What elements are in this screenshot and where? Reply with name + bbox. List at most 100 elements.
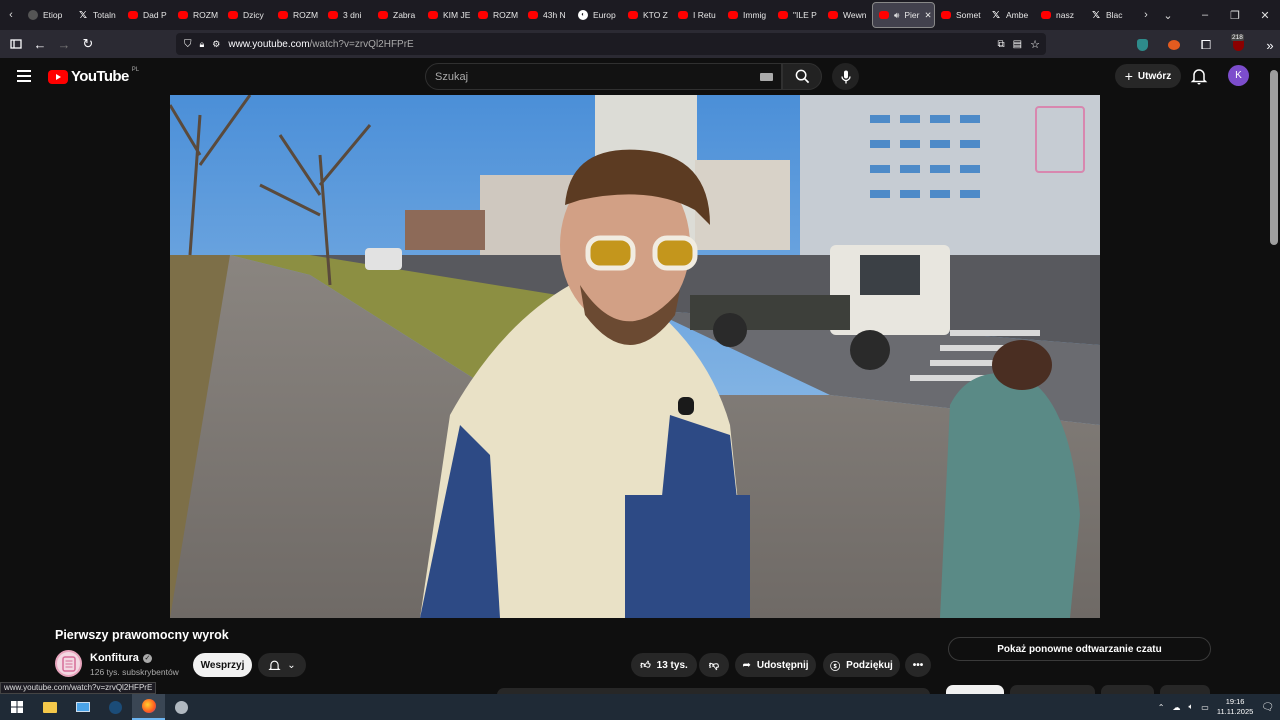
close-tab-icon[interactable]: ✕ — [924, 10, 931, 21]
browser-tab[interactable]: ROZM — [472, 2, 522, 28]
youtube-icon — [778, 11, 788, 19]
video-title: Pierwszy prawomocny wyrok — [55, 628, 229, 642]
computer-icon[interactable] — [66, 694, 99, 720]
tab-label: ROZM — [193, 10, 219, 20]
browser-tab[interactable]: 43h N — [522, 2, 572, 28]
x-icon: 𝕏 — [991, 9, 1001, 21]
create-button[interactable]: + Utwórz — [1115, 64, 1181, 88]
browser-tab[interactable]: 𝕏 Ambe — [985, 2, 1035, 28]
like-button[interactable]: 👍︎ 13 tys. — [631, 653, 697, 677]
ublock-icon[interactable]: 218 — [1226, 33, 1250, 57]
link-status-bar: www.youtube.com/watch?v=zrvQl2HFPrE — [0, 682, 157, 694]
thanks-button[interactable]: ⓢ Podziękuj — [823, 653, 900, 677]
channel-avatar[interactable] — [55, 650, 82, 677]
sidebar-toggle-icon[interactable] — [4, 32, 28, 56]
browser-tab[interactable]: KIM JE — [422, 2, 472, 28]
overflow-menu-icon[interactable]: » — [1258, 33, 1280, 57]
clock[interactable]: 19:16 11.11.2025 — [1217, 697, 1253, 717]
scrollbar-thumb[interactable] — [1270, 70, 1278, 245]
show-chat-replay-button[interactable]: Pokaż ponowne odtwarzanie czatu — [948, 637, 1211, 661]
windows-start-icon[interactable] — [0, 694, 33, 720]
youtube-play-icon — [48, 69, 68, 84]
search-button[interactable] — [782, 63, 822, 90]
browser-tab[interactable]: Wewn — [822, 2, 872, 28]
browser-tab[interactable]: Dad P — [122, 2, 172, 28]
url-text[interactable]: www.youtube.com/watch?v=zrvQl2HFPrE — [228, 39, 413, 50]
tray-overflow-icon[interactable]: ⌃ — [1158, 703, 1165, 712]
account-avatar[interactable]: K — [1228, 65, 1249, 86]
tab-scroll-left-icon[interactable]: ‹ — [0, 2, 22, 28]
channel-logo-icon — [61, 655, 76, 672]
tab-label: Wewn — [843, 10, 867, 20]
channel-name[interactable]: Konfitura ✓ — [90, 652, 152, 664]
video-player[interactable] — [170, 95, 1100, 618]
speaker-icon[interactable]: 🔊︎ — [894, 10, 899, 21]
guide-menu-icon[interactable] — [14, 66, 34, 86]
clock-date: 11.11.2025 — [1216, 707, 1254, 716]
browser-tab[interactable]: Immig — [722, 2, 772, 28]
youtube-icon — [128, 11, 138, 19]
browser-tab[interactable]: Etiop — [22, 2, 72, 28]
browser-tab[interactable]: "ILE P — [772, 2, 822, 28]
extension-shield-icon[interactable] — [1130, 33, 1154, 57]
browser-tab[interactable]: 🔊︎ Pier ✕ — [872, 2, 935, 28]
steam-icon[interactable] — [99, 694, 132, 720]
tab-label: ROZM — [493, 10, 519, 20]
channel-name-text[interactable]: Konfitura — [90, 652, 139, 664]
network-icon[interactable]: ▭ — [1201, 703, 1209, 712]
extensions-icon[interactable]: ⧠ — [1194, 33, 1218, 57]
list-all-tabs-icon[interactable]: ⌄ — [1157, 2, 1179, 28]
file-explorer-icon[interactable] — [33, 694, 66, 720]
browser-tab[interactable]: ◐ Europ — [572, 2, 622, 28]
lock-icon[interactable]: 🔒︎ — [200, 39, 205, 50]
permissions-icon[interactable]: ⚙ — [212, 39, 220, 50]
verified-icon: ✓ — [142, 653, 152, 663]
shield-icon[interactable]: ⛉ — [184, 39, 192, 50]
extension-badge: 218 — [1231, 34, 1244, 41]
browser-tab[interactable]: nasz — [1035, 2, 1085, 28]
browser-tab[interactable]: Zabra — [372, 2, 422, 28]
page-scrollbar[interactable] — [1268, 58, 1280, 694]
url-bar[interactable]: ⛉ 🔒︎ ⚙ www.youtube.com/watch?v=zrvQl2HFP… — [176, 33, 1046, 55]
browser-tab[interactable]: ROZM — [172, 2, 222, 28]
minimize-icon[interactable]: – — [1190, 2, 1220, 28]
cloud-icon[interactable]: ☁ — [1172, 703, 1180, 712]
notifications-icon[interactable]: 🗨︎ — [1261, 702, 1274, 713]
tab-scroll-right-icon[interactable]: › — [1135, 2, 1157, 28]
firefox-icon[interactable] — [132, 694, 165, 720]
restore-icon[interactable]: ❐ — [1220, 2, 1250, 28]
browser-tab[interactable]: 𝕏 Blac — [1085, 2, 1135, 28]
reader-view-icon[interactable]: ▤ — [1013, 39, 1022, 50]
browser-tab[interactable]: ROZM — [272, 2, 322, 28]
browser-tab[interactable]: I Retu — [672, 2, 722, 28]
tab-label: Dad P — [143, 10, 167, 20]
voice-search-button[interactable] — [832, 63, 859, 90]
forward-icon[interactable]: → — [52, 32, 76, 56]
extension-fox-icon[interactable] — [1162, 33, 1186, 57]
app-icon[interactable] — [165, 694, 198, 720]
notifications-bell-icon[interactable] — [1190, 67, 1210, 87]
more-actions-button[interactable]: ••• — [905, 653, 931, 677]
browser-tab[interactable]: KTO Z — [622, 2, 672, 28]
back-icon[interactable]: ← — [28, 32, 52, 56]
youtube-icon — [728, 11, 738, 19]
reload-icon[interactable]: ↻ — [76, 32, 100, 56]
share-button[interactable]: ➦ Udostępnij — [735, 653, 816, 677]
close-window-icon[interactable]: ✕ — [1250, 2, 1280, 28]
subscription-notifications-button[interactable]: ⌄ — [258, 653, 306, 677]
browser-tab[interactable]: 3 dni — [322, 2, 372, 28]
browser-tab[interactable]: Dzicy — [222, 2, 272, 28]
volume-icon[interactable]: 🔈︎ — [1188, 702, 1193, 712]
picture-in-picture-icon[interactable]: ⧉ — [998, 39, 1005, 50]
search-input[interactable]: Szukaj — [425, 63, 782, 90]
tab-label: Immig — [743, 10, 767, 20]
youtube-logo[interactable]: YouTube PL — [48, 67, 139, 85]
bookmark-star-icon[interactable]: ☆ — [1030, 38, 1040, 51]
tab-label: Etiop — [43, 10, 63, 20]
like-count: 13 tys. — [656, 659, 688, 671]
dislike-button[interactable]: 👎︎ — [699, 653, 729, 677]
browser-tab[interactable]: 𝕏 Totaln — [72, 2, 122, 28]
support-button[interactable]: Wesprzyj — [193, 653, 252, 677]
keyboard-icon[interactable] — [760, 73, 773, 81]
browser-tab[interactable]: Somet — [935, 2, 985, 28]
